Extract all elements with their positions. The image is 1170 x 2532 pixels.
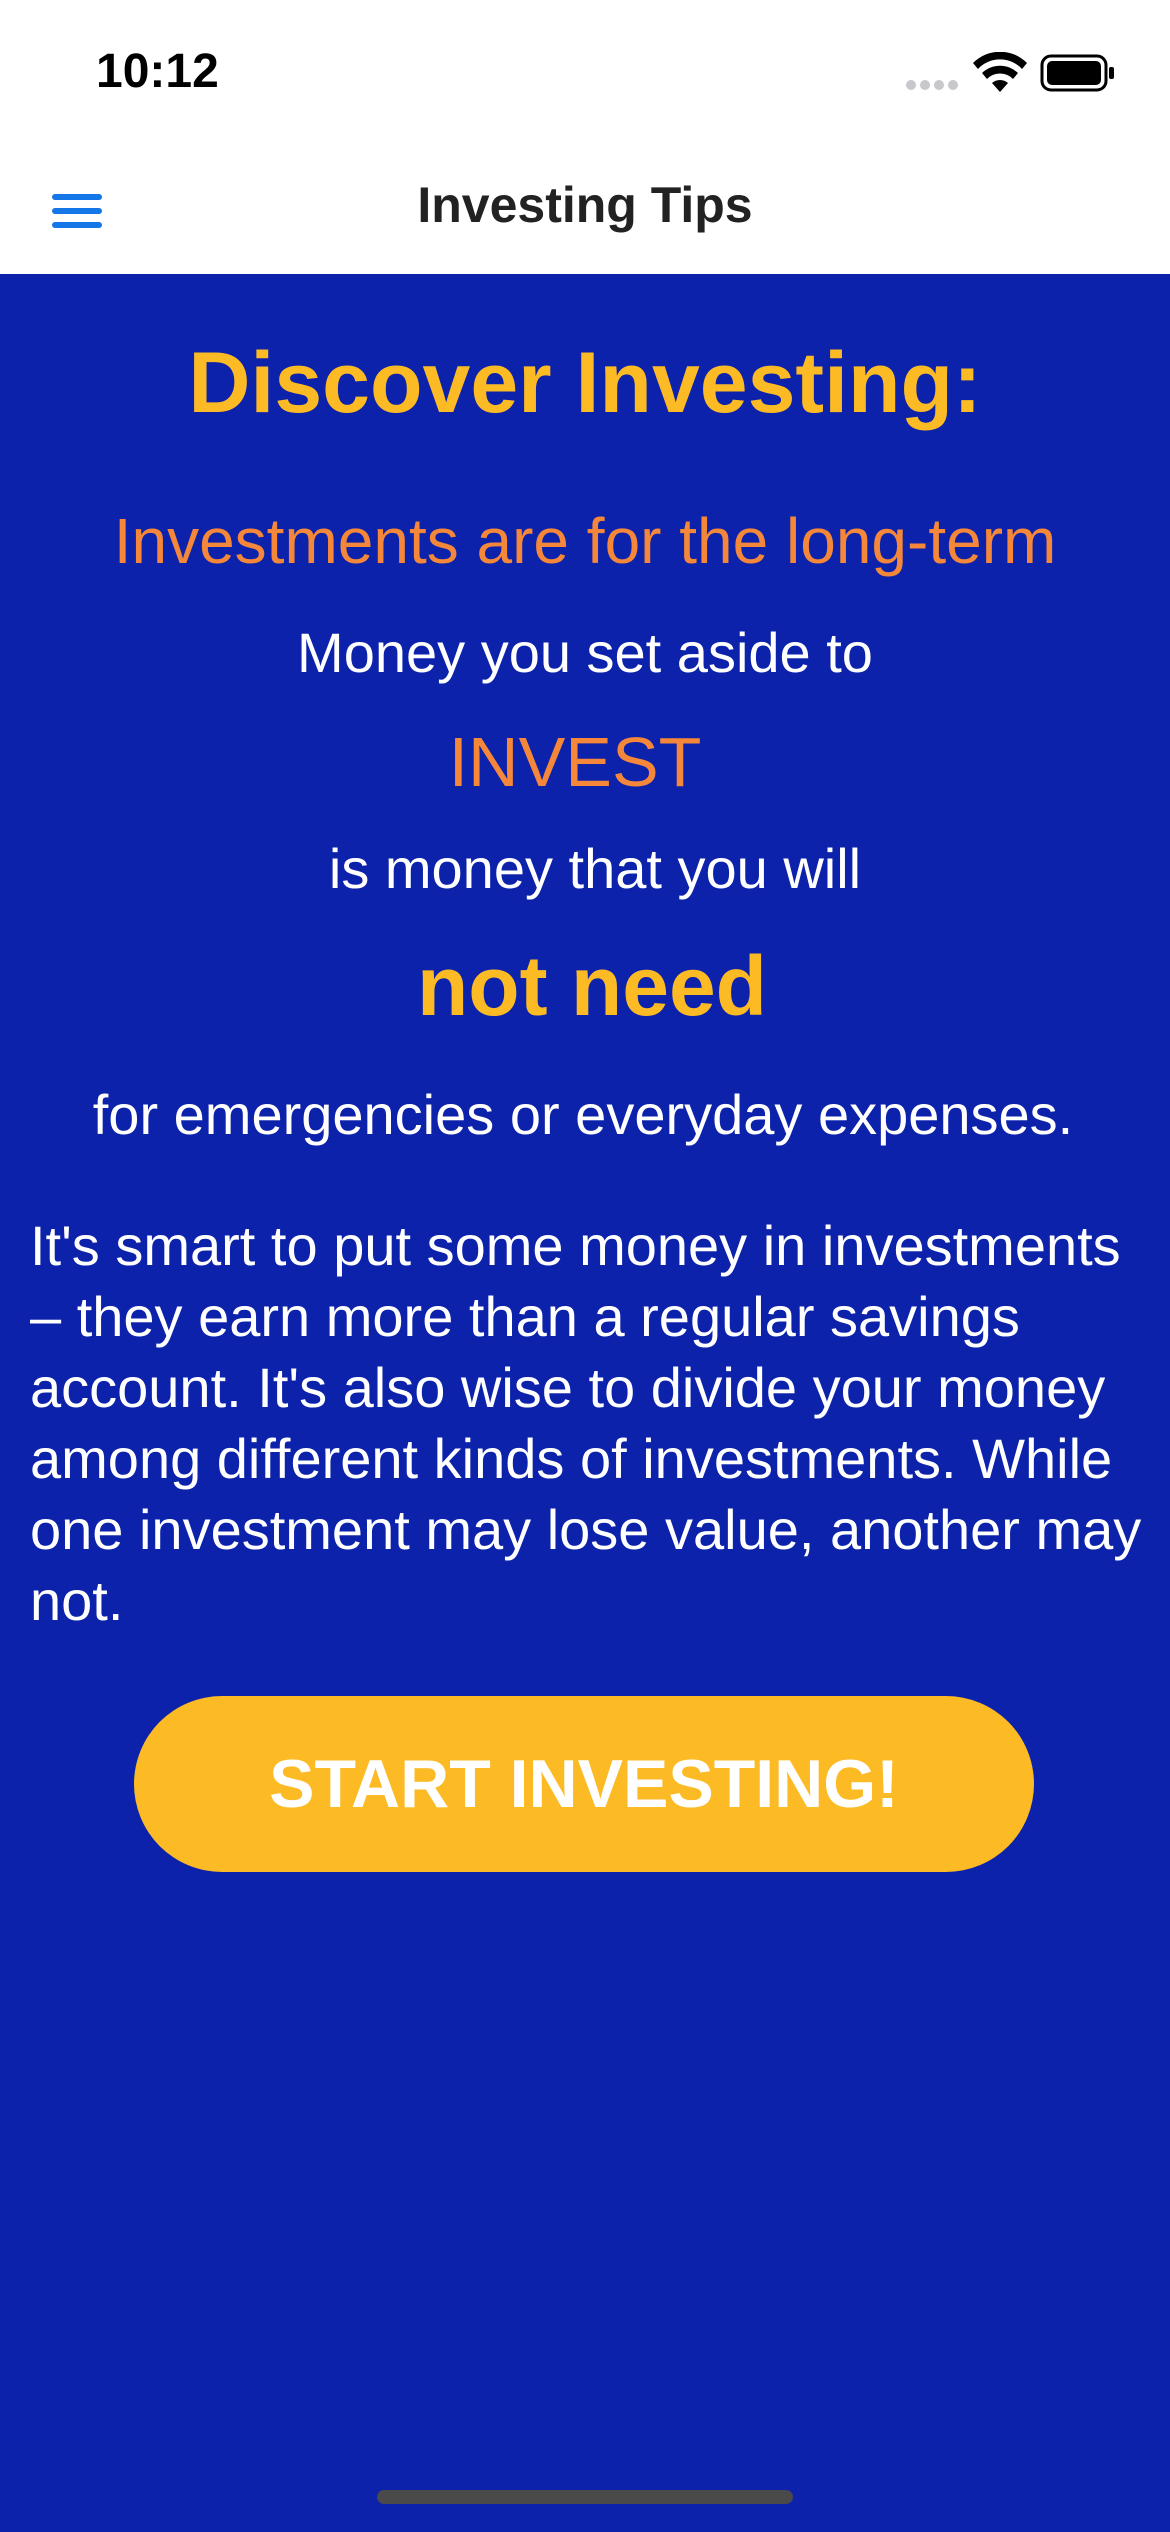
subheadline: Investments are for the long-term: [113, 505, 1057, 577]
navigation-bar: Investing Tips: [0, 150, 1170, 274]
text-line-emergencies: for emergencies or everyday expenses.: [92, 1083, 1074, 1146]
cellular-signal-icon: [906, 70, 958, 90]
text-line-money-you-will: is money that you will: [328, 837, 862, 900]
invest-word: INVEST: [448, 723, 702, 801]
start-investing-button[interactable]: START INVESTING!: [134, 1696, 1034, 1872]
home-indicator[interactable]: [377, 2490, 793, 2504]
headline: Discover Investing:: [188, 335, 982, 431]
battery-icon: [1040, 54, 1114, 92]
status-bar: 10:12: [0, 0, 1170, 150]
page-title: Investing Tips: [417, 177, 753, 233]
text-line-money-set-aside: Money you set aside to: [297, 621, 873, 684]
status-time: 10:12: [96, 45, 219, 98]
wifi-icon: [973, 52, 1027, 92]
description-paragraph: It's smart to put some money in investme…: [30, 1214, 1142, 1632]
app-screen: 10:12 Investing Tips Discover Investing:…: [0, 0, 1170, 2532]
emphasis-not-need: not need: [417, 939, 767, 1033]
